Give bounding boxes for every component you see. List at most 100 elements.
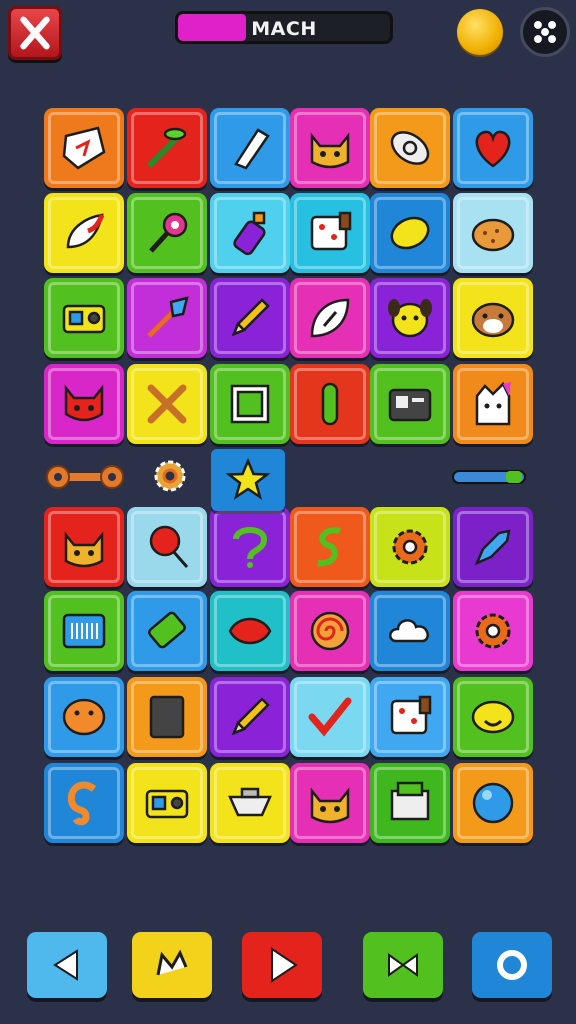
- heart-icon: [475, 130, 511, 168]
- game-tile[interactable]: [290, 507, 370, 587]
- game-tile[interactable]: [453, 193, 533, 273]
- pencil-icon: [231, 697, 270, 736]
- devil-face-icon: [64, 384, 104, 422]
- game-tile[interactable]: [210, 278, 290, 358]
- game-tile[interactable]: [370, 763, 450, 843]
- pin-wheel-icon: [149, 212, 188, 253]
- crossed-tools-icon: [147, 384, 187, 424]
- lollipop-icon: [149, 525, 189, 568]
- game-tile[interactable]: [44, 364, 124, 444]
- game-tile[interactable]: [44, 763, 124, 843]
- game-tile[interactable]: [370, 591, 450, 671]
- game-tile[interactable]: [290, 763, 370, 843]
- dice-box-icon: [310, 211, 352, 251]
- skip-button[interactable]: [132, 932, 212, 998]
- gear-icon: [475, 613, 511, 649]
- ear-icon: [67, 781, 97, 826]
- game-tile[interactable]: [370, 193, 450, 273]
- bowl-icon: [228, 787, 272, 817]
- progress-bar: MACH: [175, 11, 393, 44]
- game-tile[interactable]: [127, 763, 207, 843]
- game-tile[interactable]: [44, 677, 124, 757]
- game-tile[interactable]: [210, 364, 290, 444]
- pipe-connector-icon: [46, 465, 124, 489]
- blob-face-icon: [62, 698, 106, 736]
- game-tile[interactable]: [370, 278, 450, 358]
- smile-blob-icon: [471, 700, 515, 734]
- game-tile[interactable]: [44, 507, 124, 587]
- close-x-icon: [20, 16, 50, 50]
- swirl-s-icon: [317, 527, 341, 567]
- menu-button[interactable]: [520, 7, 570, 57]
- game-tile[interactable]: [210, 108, 290, 188]
- hint-button[interactable]: [472, 932, 552, 998]
- game-tile[interactable]: [290, 278, 370, 358]
- game-tile[interactable]: [127, 364, 207, 444]
- small-gear-icon[interactable]: [150, 456, 190, 496]
- game-tile[interactable]: [290, 591, 370, 671]
- gold-coin-icon[interactable]: [457, 9, 503, 55]
- bottle-icon: [233, 211, 266, 256]
- play-icon: [271, 947, 298, 983]
- game-tile[interactable]: [453, 507, 533, 587]
- star-icon: [226, 458, 270, 500]
- game-tile[interactable]: [370, 677, 450, 757]
- game-tile[interactable]: [453, 677, 533, 757]
- rocket-icon: [474, 529, 511, 566]
- game-tile[interactable]: [127, 507, 207, 587]
- game-tile[interactable]: [127, 278, 207, 358]
- printer-icon: [390, 781, 430, 821]
- cat-face-icon: [64, 531, 104, 568]
- game-tile[interactable]: [44, 193, 124, 273]
- game-tile[interactable]: [210, 193, 290, 273]
- back-button[interactable]: [27, 932, 107, 998]
- game-tile[interactable]: [44, 278, 124, 358]
- hamster-face-icon: [471, 302, 515, 338]
- radio-icon: [145, 789, 189, 819]
- game-tile[interactable]: [290, 193, 370, 273]
- game-tile[interactable]: [210, 591, 290, 671]
- dart-icon: [147, 296, 189, 338]
- radio-icon: [62, 304, 106, 334]
- shuffle-button[interactable]: [363, 932, 443, 998]
- game-tile[interactable]: [210, 677, 290, 757]
- game-tile[interactable]: [210, 763, 290, 843]
- branch-icon: [146, 127, 187, 169]
- game-tile[interactable]: [370, 364, 450, 444]
- game-tile[interactable]: [370, 108, 450, 188]
- pencil-icon: [231, 298, 270, 337]
- shuffle-icon: [388, 953, 418, 977]
- star-tile[interactable]: [211, 449, 285, 511]
- tube-icon: [321, 382, 339, 426]
- game-tile[interactable]: [453, 763, 533, 843]
- game-tile[interactable]: [290, 677, 370, 757]
- game-tile[interactable]: [453, 278, 533, 358]
- battery-icon: [148, 611, 186, 649]
- dice-icon: [534, 21, 556, 43]
- game-tile[interactable]: [453, 364, 533, 444]
- game-tile[interactable]: [127, 108, 207, 188]
- game-tile[interactable]: [127, 193, 207, 273]
- play-button[interactable]: [242, 932, 322, 998]
- crown-arrow-icon: [156, 949, 188, 976]
- game-tile[interactable]: [453, 108, 533, 188]
- checkmark-icon: [308, 697, 352, 737]
- game-tile[interactable]: [44, 108, 124, 188]
- game-tile[interactable]: [453, 591, 533, 671]
- close-button[interactable]: [8, 6, 62, 60]
- game-tile[interactable]: [370, 507, 450, 587]
- leaf-icon: [310, 298, 350, 338]
- rail-icon: [452, 470, 526, 484]
- camera-icon: [388, 388, 432, 422]
- game-tile[interactable]: [290, 108, 370, 188]
- lemon-icon: [390, 216, 430, 250]
- progress-label: MACH: [251, 18, 317, 40]
- game-tile[interactable]: [127, 677, 207, 757]
- game-tile[interactable]: [44, 591, 124, 671]
- cookie-icon: [471, 218, 515, 252]
- paper-roll-icon: [234, 128, 270, 170]
- game-tile[interactable]: [210, 507, 290, 587]
- game-tile[interactable]: [290, 364, 370, 444]
- game-tile[interactable]: [127, 591, 207, 671]
- cat-face-icon: [310, 787, 350, 824]
